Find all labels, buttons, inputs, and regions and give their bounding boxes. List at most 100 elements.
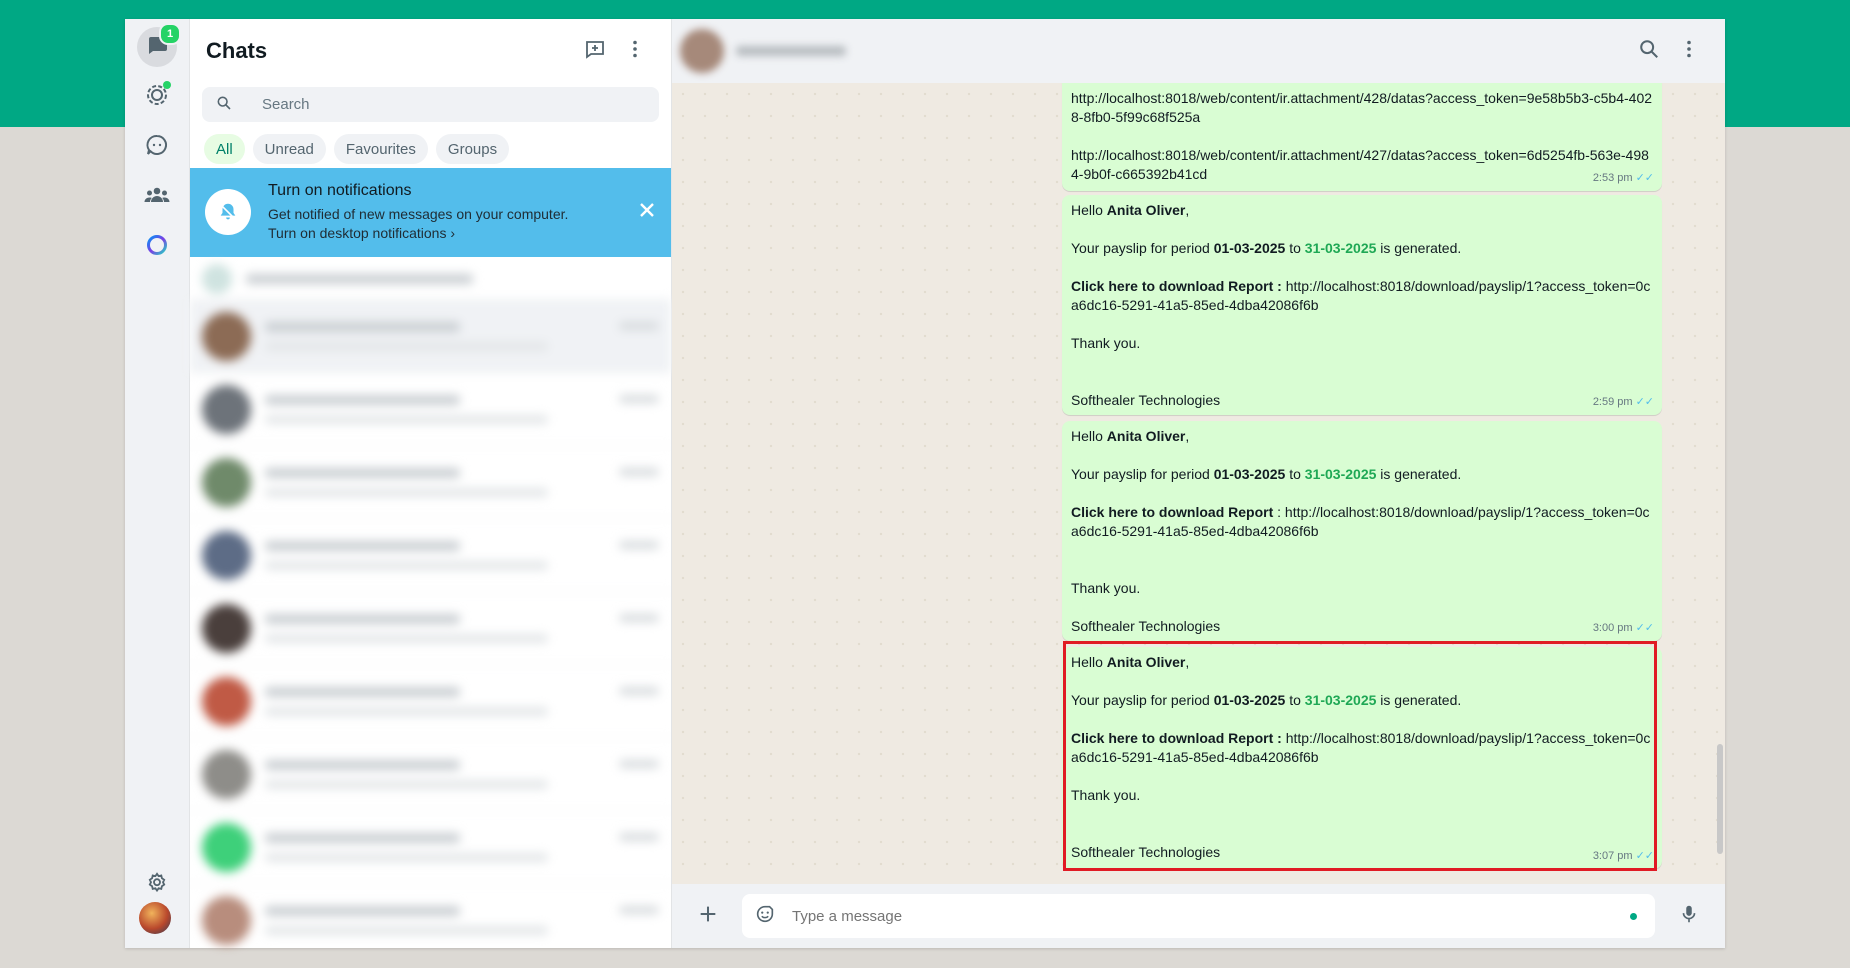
bell-off-icon — [205, 189, 251, 235]
read-receipt-icon: ✓✓ — [1635, 622, 1654, 634]
sticker-emoji-icon[interactable] — [754, 903, 776, 930]
recipient-name: Anita Oliver — [1106, 654, 1186, 670]
filter-groups[interactable]: Groups — [435, 134, 510, 164]
message-meta: 3:07 pm ✓✓ — [1593, 847, 1654, 866]
close-icon — [639, 202, 655, 223]
list-item[interactable] — [190, 259, 671, 300]
greeting-text: Hello — [1071, 428, 1107, 444]
chat-list-menu-button[interactable] — [615, 31, 655, 71]
thanks-text: Thank you. — [1071, 335, 1141, 351]
conversation-header — [672, 19, 1725, 83]
filter-unread[interactable]: Unread — [252, 134, 326, 164]
settings-nav-button[interactable] — [137, 865, 177, 905]
payslip-text-end: is generated. — [1376, 466, 1462, 482]
meta-ai-nav-button[interactable] — [137, 227, 177, 267]
filter-favourites[interactable]: Favourites — [333, 134, 428, 164]
nav-rail: 1 — [125, 19, 190, 948]
message-input-box[interactable] — [742, 894, 1655, 938]
message-input[interactable] — [790, 906, 1630, 926]
plus-icon — [697, 903, 719, 930]
list-item[interactable] — [190, 592, 671, 665]
payslip-text: Your payslip for period — [1071, 466, 1214, 482]
message-bubble[interactable]: http://localhost:8018/web/content/ir.att… — [1062, 83, 1662, 191]
page-title: Chats — [206, 38, 268, 63]
period-to: to — [1285, 466, 1305, 482]
thanks-text: Thank you. — [1071, 580, 1141, 596]
voice-message-button[interactable] — [1669, 896, 1709, 936]
signature-text: Softhealer Technologies — [1071, 844, 1221, 860]
profile-avatar[interactable] — [139, 902, 171, 934]
download-label: Click here to download Report : — [1071, 730, 1286, 746]
message-bubble[interactable]: Hello Anita Oliver, Your payslip for per… — [1062, 647, 1662, 869]
conversation-panel: http://localhost:8018/web/content/ir.att… — [672, 19, 1725, 948]
communities-icon — [144, 183, 170, 212]
search-icon — [216, 95, 232, 115]
payslip-text: Your payslip for period — [1071, 692, 1214, 708]
chat-list — [190, 259, 671, 948]
punctuation: : — [1273, 504, 1285, 520]
attach-button[interactable] — [688, 896, 728, 936]
attachment-link[interactable]: http://localhost:8018/web/content/ir.att… — [1071, 90, 1652, 125]
message-bubble[interactable]: Hello Anita Oliver, Your payslip for per… — [1062, 421, 1662, 641]
kebab-menu-icon — [623, 37, 647, 66]
enable-notifications-label: Turn on desktop notifications — [268, 225, 447, 241]
payslip-text-end: is generated. — [1376, 692, 1462, 708]
signature-text: Softhealer Technologies — [1071, 618, 1221, 634]
channels-icon — [145, 133, 169, 162]
list-item[interactable] — [190, 519, 671, 592]
payslip-text: Your payslip for period — [1071, 240, 1214, 256]
message-time: 3:07 pm — [1592, 850, 1633, 862]
conversation-menu-button[interactable] — [1669, 31, 1709, 71]
search-messages-button[interactable] — [1629, 31, 1669, 71]
whatsapp-window: 1 Chats Search All Unread Favourites Gro… — [125, 19, 1725, 948]
contact-name — [736, 46, 846, 56]
scrollbar-thumb[interactable] — [1717, 744, 1723, 854]
message-bubble[interactable]: Hello Anita Oliver, Your payslip for per… — [1062, 195, 1662, 415]
message-time: 2:59 pm — [1592, 396, 1633, 408]
enable-notifications-link[interactable]: Turn on desktop notifications › — [268, 225, 455, 241]
list-item[interactable] — [190, 811, 671, 884]
period-to: to — [1285, 692, 1305, 708]
filter-all[interactable]: All — [204, 134, 245, 164]
meta-ai-icon — [145, 233, 169, 262]
list-item[interactable] — [190, 884, 671, 948]
period-start: 01-03-2025 — [1213, 692, 1286, 708]
list-item[interactable] — [190, 446, 671, 519]
communities-nav-button[interactable] — [137, 177, 177, 217]
read-receipt-icon: ✓✓ — [1635, 850, 1654, 862]
close-notification-button[interactable] — [633, 198, 661, 226]
message-meta: 2:59 pm ✓✓ — [1593, 393, 1654, 412]
search-input[interactable]: Search — [202, 87, 659, 122]
recipient-name: Anita Oliver — [1106, 202, 1186, 218]
punctuation: , — [1185, 428, 1190, 444]
read-receipt-icon: ✓✓ — [1635, 172, 1654, 184]
payslip-text-end: is generated. — [1376, 240, 1462, 256]
thanks-text: Thank you. — [1071, 787, 1141, 803]
notification-banner: Turn on notifications Get notified of ne… — [190, 168, 671, 257]
search-placeholder: Search — [262, 96, 310, 113]
microphone-icon — [1678, 903, 1700, 930]
list-item[interactable] — [190, 373, 671, 446]
contact-avatar — [680, 29, 724, 73]
chats-nav-button[interactable]: 1 — [137, 23, 181, 67]
status-new-dot — [163, 81, 171, 89]
new-chat-button[interactable] — [575, 31, 615, 71]
unread-badge: 1 — [159, 23, 181, 45]
download-label: Click here to download Report — [1071, 504, 1274, 520]
message-scrollbar[interactable] — [1717, 83, 1723, 884]
period-start: 01-03-2025 — [1213, 466, 1286, 482]
input-status-dot — [1630, 912, 1637, 920]
list-item[interactable] — [190, 665, 671, 738]
message-time: 2:53 pm — [1592, 172, 1633, 184]
channels-nav-button[interactable] — [137, 127, 177, 167]
list-item[interactable] — [190, 738, 671, 811]
download-label: Click here to download Report : — [1071, 278, 1286, 294]
message-time: 3:00 pm — [1592, 622, 1633, 634]
status-nav-button[interactable] — [137, 77, 177, 117]
attachment-link[interactable]: http://localhost:8018/web/content/ir.att… — [1071, 147, 1649, 182]
contact-info[interactable] — [680, 29, 1629, 73]
settings-icon — [145, 871, 169, 900]
signature-text: Softhealer Technologies — [1071, 392, 1221, 408]
period-end: 31-03-2025 — [1304, 466, 1377, 482]
list-item[interactable] — [190, 300, 671, 373]
